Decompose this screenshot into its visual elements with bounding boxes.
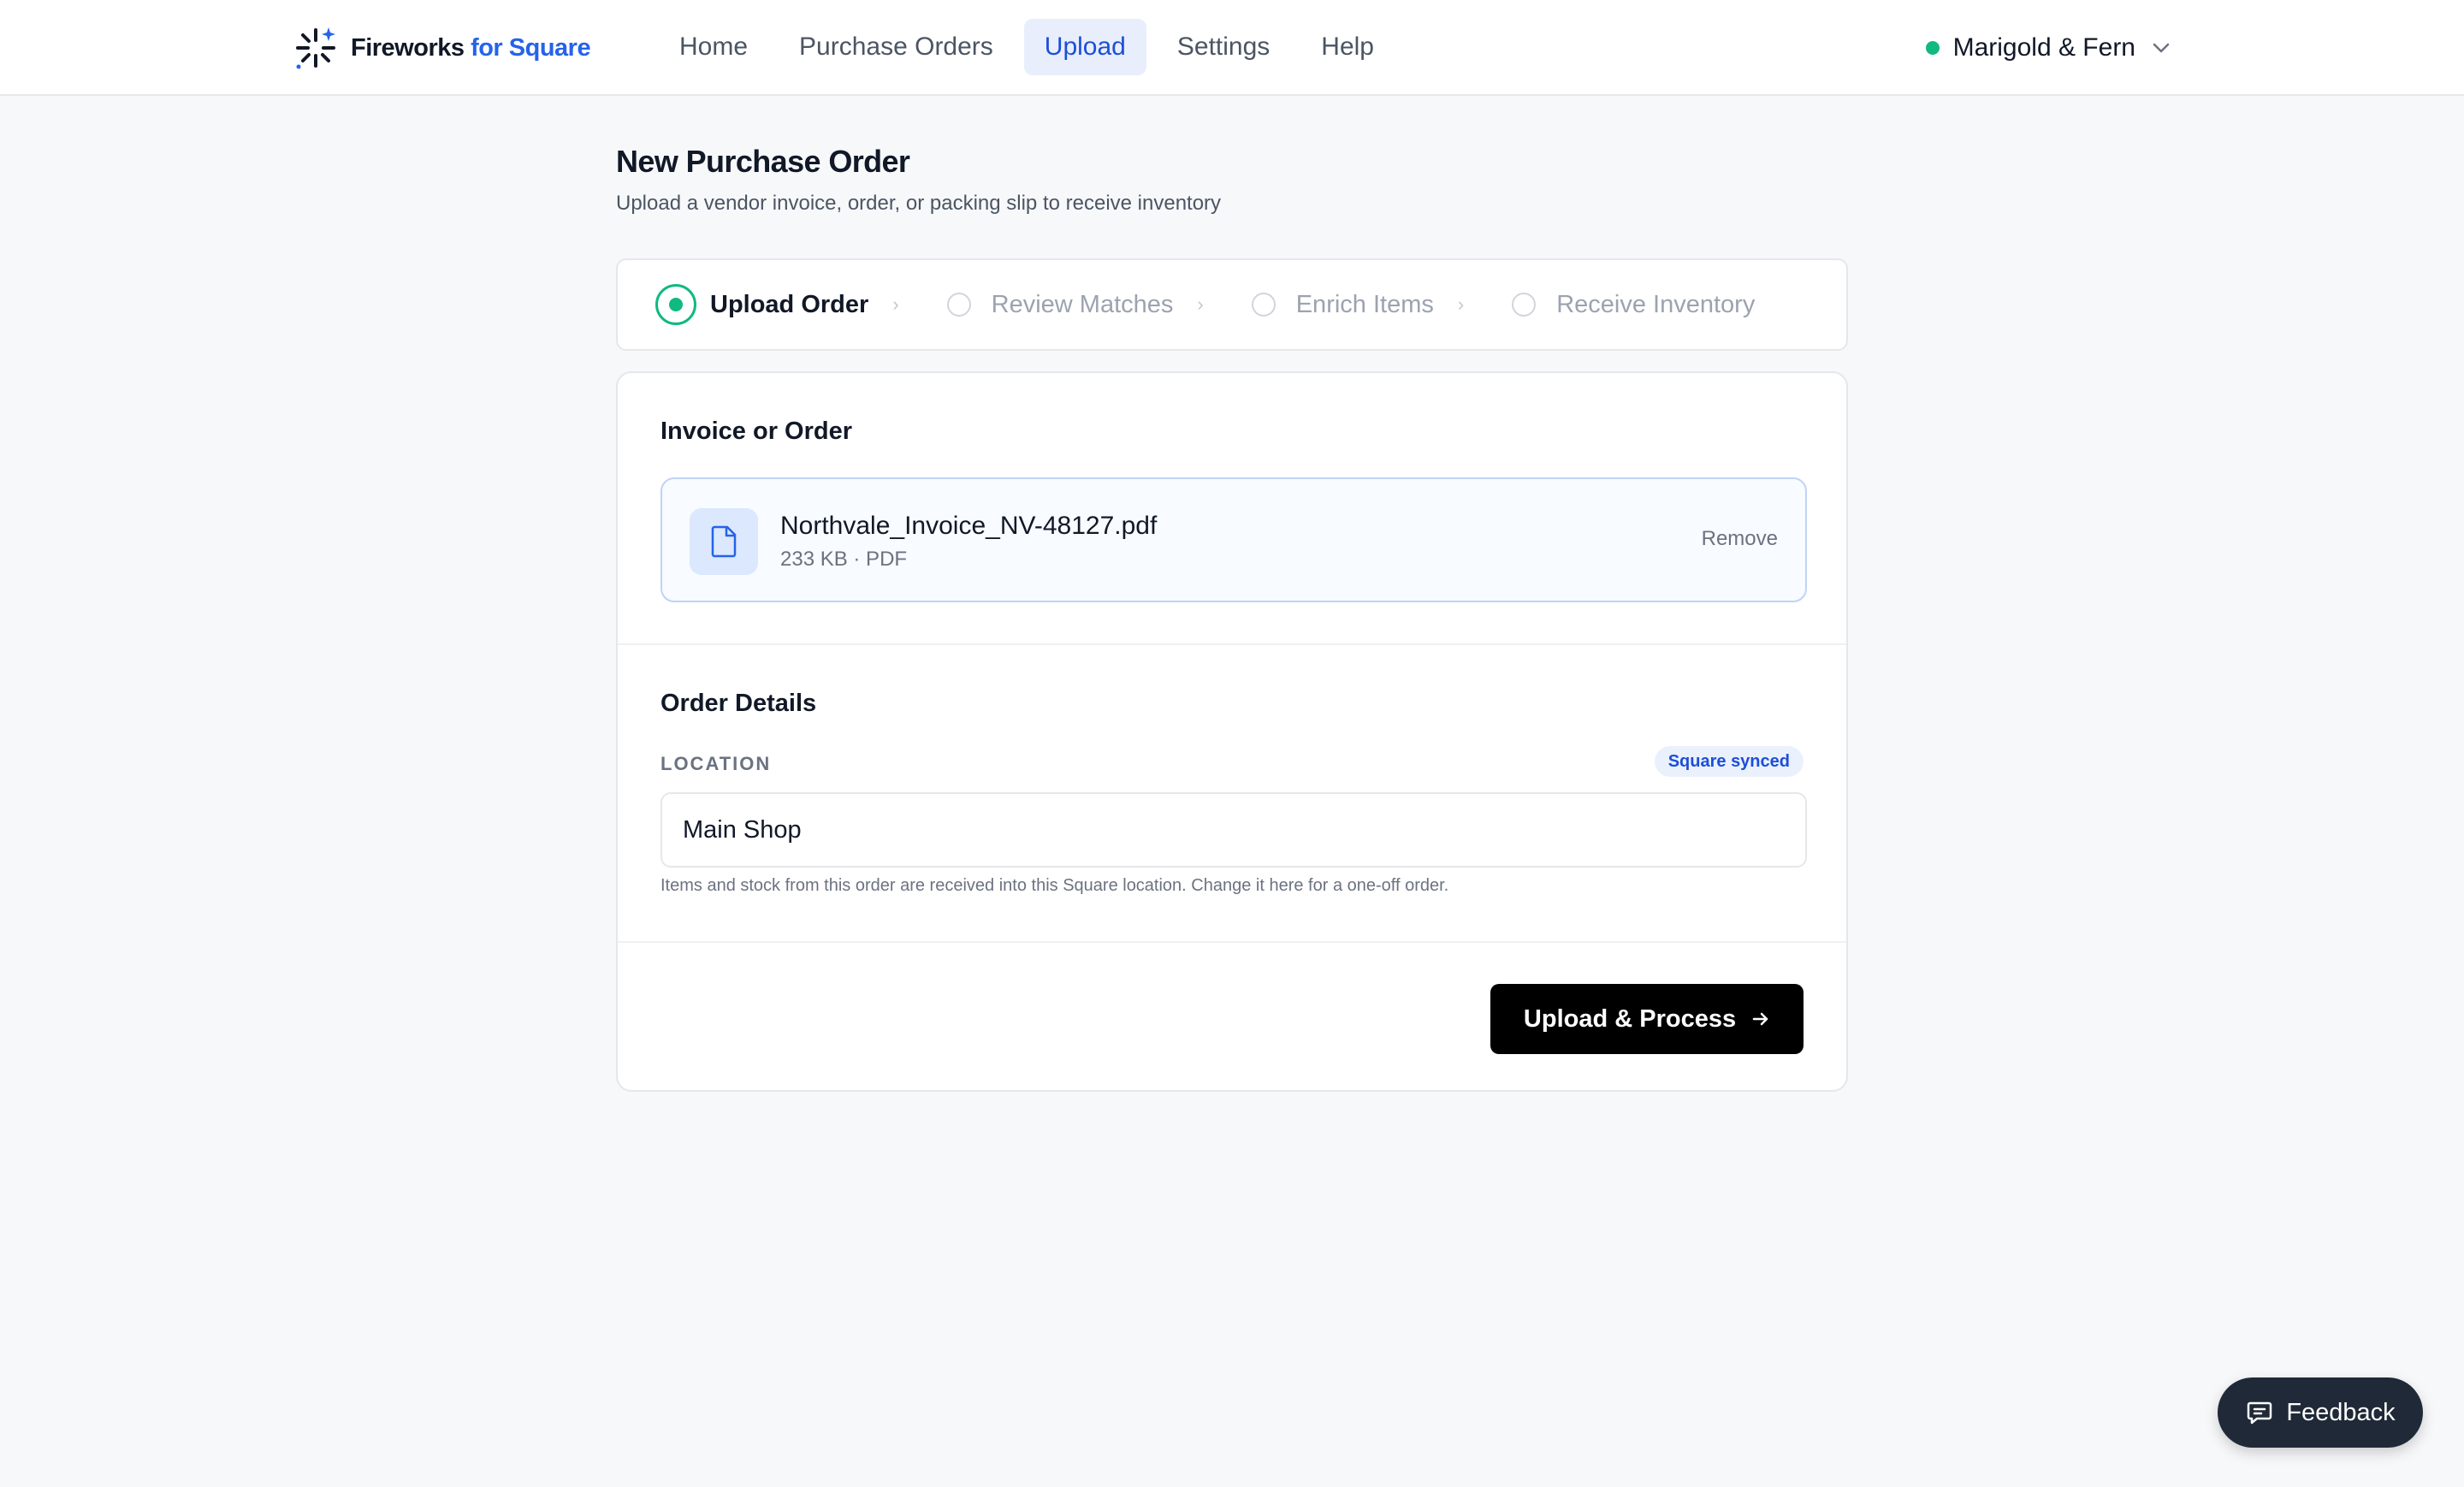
account-name: Marigold & Fern — [1952, 33, 2135, 62]
file-name: Northvale_Invoice_NV-48127.pdf — [780, 512, 1158, 540]
nav-settings[interactable]: Settings — [1157, 19, 1290, 75]
file-icon-container — [690, 508, 758, 575]
step-pending-indicator-icon — [1251, 293, 1276, 317]
step-pending-indicator-icon — [946, 293, 971, 317]
step-pending-indicator-icon — [1512, 293, 1537, 317]
uploaded-file: Northvale_Invoice_NV-48127.pdf 233 KB · … — [660, 477, 1807, 602]
chat-bubble-icon — [2248, 1401, 2272, 1425]
step-enrich-items: Enrich Items — [1251, 283, 1434, 326]
upload-form-card: Invoice or Order Northvale_Invoice_NV-48… — [616, 371, 1848, 1092]
upload-process-label: Upload & Process — [1523, 1004, 1737, 1033]
brand-name-primary: Fireworks — [351, 33, 465, 62]
progress-stepper: Upload Order › Review Matches › Enrich I… — [616, 258, 1848, 351]
location-label: LOCATION — [660, 753, 772, 774]
nav-purchase-orders[interactable]: Purchase Orders — [779, 19, 1014, 75]
section-divider — [618, 941, 1846, 943]
feedback-label: Feedback — [2286, 1398, 2396, 1426]
invoice-section-title: Invoice or Order — [660, 418, 853, 445]
square-synced-badge: Square synced — [1654, 746, 1804, 777]
step-receive-inventory: Receive Inventory — [1512, 283, 1755, 326]
step-upload-order: Upload Order — [655, 283, 868, 326]
chevron-right-icon: › — [892, 293, 899, 315]
chevron-right-icon: › — [1457, 293, 1465, 315]
file-meta: 233 KB · PDF — [780, 548, 908, 571]
step-label: Review Matches — [991, 290, 1174, 318]
fireworks-logo-icon — [296, 27, 335, 69]
location-input[interactable] — [660, 792, 1807, 868]
step-label: Upload Order — [710, 290, 869, 318]
main-nav: Home Purchase Orders Upload Settings Hel… — [659, 19, 1395, 75]
brand-name-secondary: for Square — [471, 33, 591, 62]
arrow-right-icon — [1752, 1012, 1768, 1026]
upload-process-button[interactable]: Upload & Process — [1490, 984, 1804, 1054]
location-help-text: Items and stock from this order are rece… — [660, 876, 1449, 895]
page-title: New Purchase Order — [616, 144, 910, 179]
step-active-indicator-icon — [655, 284, 696, 325]
feedback-button[interactable]: Feedback — [2218, 1377, 2423, 1448]
page-subtitle: Upload a vendor invoice, order, or packi… — [616, 192, 1222, 215]
brand-logo[interactable]: Fireworks for Square — [291, 24, 591, 72]
brand-name: Fireworks for Square — [351, 33, 591, 62]
step-label: Enrich Items — [1295, 290, 1434, 318]
chevron-right-icon: › — [1197, 293, 1204, 315]
section-divider — [618, 643, 1846, 645]
nav-home[interactable]: Home — [659, 19, 768, 75]
nav-help[interactable]: Help — [1300, 19, 1395, 75]
step-label: Receive Inventory — [1556, 290, 1756, 318]
account-switcher[interactable]: Marigold & Fern — [1925, 24, 2173, 72]
order-details-title: Order Details — [660, 690, 817, 717]
chevron-down-icon — [2153, 43, 2170, 53]
account-status-dot — [1925, 41, 1940, 55]
document-icon — [711, 525, 737, 558]
top-navigation-bar: Fireworks for Square Home Purchase Order… — [0, 0, 2464, 96]
step-review-matches: Review Matches — [946, 283, 1174, 326]
nav-upload[interactable]: Upload — [1023, 19, 1146, 75]
remove-file-button[interactable]: Remove — [1702, 527, 1778, 551]
